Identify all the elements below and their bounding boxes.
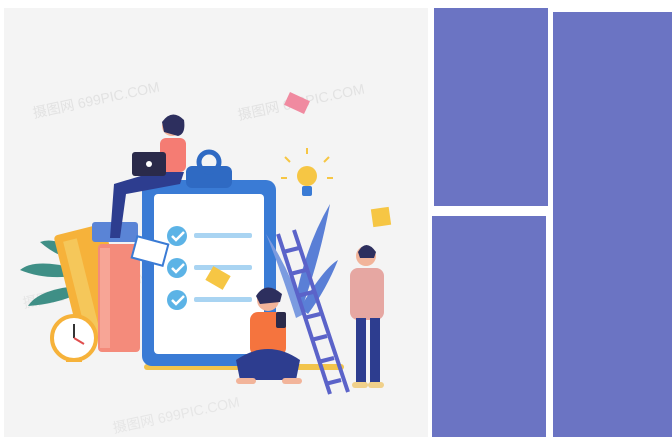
watermark: 摄图网 699PIC.COM bbox=[31, 78, 161, 121]
panel-top-left bbox=[434, 8, 548, 206]
clock-icon bbox=[50, 314, 98, 362]
lightbulb-icon bbox=[281, 148, 333, 196]
panel-right bbox=[553, 12, 672, 437]
watermark: 摄图网 699PIC.COM bbox=[111, 393, 241, 436]
panel-bottom-left bbox=[432, 216, 546, 437]
task-checklist-illustration: 摄图网 699PIC.COM 摄图网 699PIC.COM 摄图网 699PIC… bbox=[4, 8, 428, 437]
standing-person bbox=[350, 245, 384, 388]
